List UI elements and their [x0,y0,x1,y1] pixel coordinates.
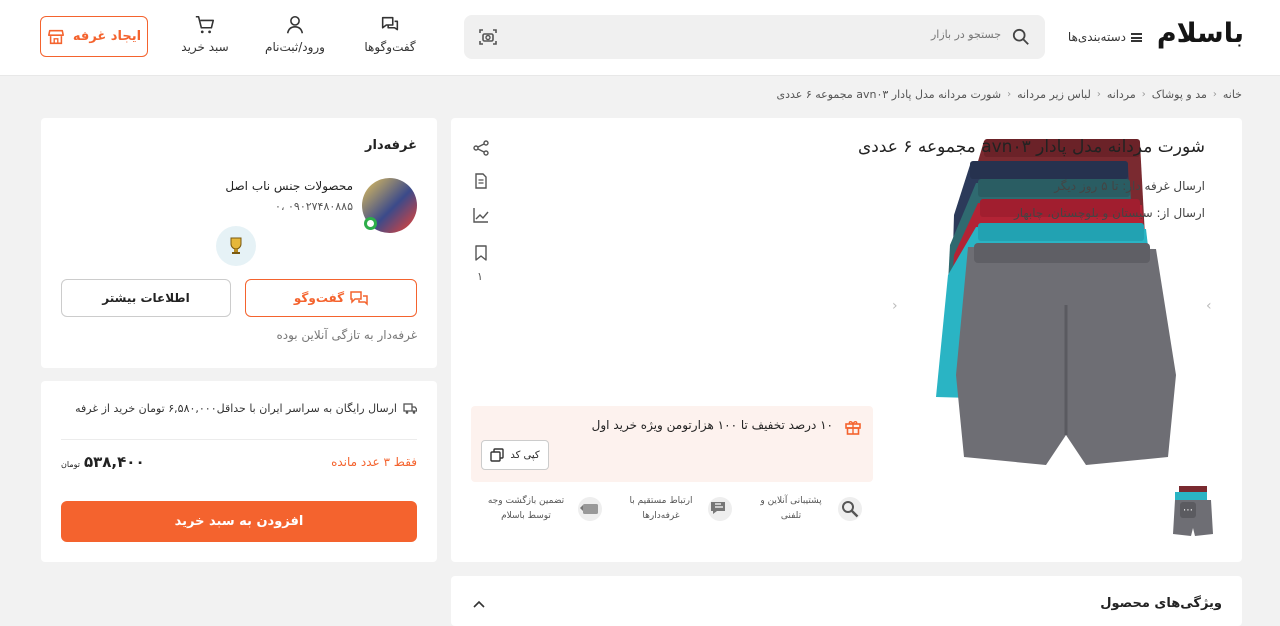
divider [61,439,417,440]
vendor-section-title: غرفه‌دار [365,138,417,153]
breadcrumb-item-underwear[interactable]: لباس زیر مردانه [1017,88,1091,101]
add-to-cart-button[interactable]: افزودن به سبد خرید [61,501,417,542]
chevron-left-icon: ‹ [1141,89,1146,100]
chevron-left-icon: ‹ [1096,89,1101,100]
add-to-cart-label: افزودن به سبد خرید [174,514,304,529]
image-next-arrow[interactable]: › [1206,298,1212,314]
specs-title: ویژگی‌های محصول [1100,596,1222,611]
feature-money-back-text: تضمین بازگشت وجه توسط باسلام [487,496,565,521]
vendor-chat-label: گفت‌وگو [293,291,345,305]
copy-icon [490,448,505,462]
report-icon[interactable] [473,173,489,189]
purchase-card: ارسال رایگان به سراسر ایران با حداقل۶,۵۸… [41,381,437,562]
free-shipping-row: ارسال رایگان به سراسر ایران با حداقل۶,۵۸… [75,402,417,415]
image-thumbnail[interactable]: ⋯ [1167,482,1219,540]
copy-code-label: کپی کد [510,449,540,461]
vendor-card: غرفه‌دار محصولات جنس ناب اصل ۰۹۰۲۷۴۸۰۸۸۵… [41,118,437,368]
chat-icon [381,16,399,31]
online-dot-icon [364,217,377,230]
categories-label: دسته‌بندی‌ها [1067,30,1126,44]
login-label: ورود/ثبت‌نام [265,40,325,54]
shipping-origin: ارسال از: سیستان و بلوچستان، چابهار [1013,206,1205,220]
shipping-time: ارسال غرفه دار: تا ۵ روز دیگر [1054,179,1205,193]
breadcrumb-item-home[interactable]: خانه [1223,88,1242,101]
copy-code-button[interactable]: کپی کد [481,440,549,470]
chat-icon [350,291,368,306]
specs-card[interactable]: ویژگی‌های محصول [451,576,1242,626]
login-button[interactable]: ورود/ثبت‌نام [262,14,328,62]
feature-support: پشتیبانی آنلاین و تلفنی [743,494,863,524]
create-booth-button[interactable]: ایجاد غرفه [40,16,148,57]
more-info-button[interactable]: اطلاعات بیشتر [61,279,231,317]
basalam-logo[interactable]: باسلام [1157,18,1245,54]
feature-support-text: پشتیبانی آنلاین و تلفنی [760,496,822,521]
cart-icon [195,15,215,34]
more-images-icon: ⋯ [1180,502,1196,518]
vendor-badge [216,226,256,266]
cart-button[interactable]: سبد خرید [178,14,232,62]
breadcrumb-item-men[interactable]: مردانه [1107,88,1136,101]
more-info-label: اطلاعات بیشتر [102,291,190,305]
support-icon [838,497,862,521]
gift-icon [845,421,861,435]
breadcrumb-item-fashion[interactable]: مد و پوشاک [1152,88,1207,101]
vendor-avatar[interactable] [362,178,417,233]
user-icon [286,15,304,34]
vendor-phone: ۰۹۰۲۷۴۸۰۸۸۵ ،۰ [275,200,353,213]
chats-button[interactable]: گفت‌وگوها [362,14,418,62]
cart-label: سبد خرید [181,40,229,54]
vendor-name[interactable]: محصولات جنس ناب اصل [225,179,353,193]
store-icon [47,29,64,44]
price-currency: تومان [61,460,80,469]
breadcrumb-item-current: شورت مردانه مدل پادار avn۰۳ مجموعه ۶ عدد… [776,88,1002,101]
image-prev-arrow[interactable]: ‹ [892,298,898,314]
search-input[interactable]: جستجو در بازار [464,15,1045,59]
product-card: ‹ › ⋯ شورت مردانه مدل پادار avn۰۳ مجموعه… [451,118,1242,562]
price-value: ۵۳۸,۴۰۰ [83,453,145,471]
feature-direct-contact: ارتباط مستقیم با غرفه‌دارها [613,494,733,524]
chat-bubbles-icon [708,497,732,521]
categories-button[interactable]: دسته‌بندی‌ها [1056,26,1142,48]
return-icon [578,497,602,521]
create-booth-label: ایجاد غرفه [72,29,142,44]
trophy-icon [230,237,242,254]
vendor-chat-button[interactable]: گفت‌وگو [245,279,417,317]
price-row: ۵۳۸,۴۰۰ تومان [61,453,145,471]
chevron-up-icon[interactable] [473,600,485,608]
product-title: شورت مردانه مدل پادار avn۰۳ مجموعه ۶ عدد… [857,137,1205,157]
chevron-left-icon: ‹ [1007,89,1012,100]
truck-icon [403,403,417,414]
stock-warning: فقط ۳ عدد مانده [331,455,417,469]
feature-direct-contact-text: ارتباط مستقیم با غرفه‌دارها [629,496,693,521]
search-icon [1012,28,1029,45]
top-header: باسلام دسته‌بندی‌ها جستجو در بازار گفت‌و… [0,0,1280,76]
price-chart-icon[interactable] [473,207,489,223]
chats-label: گفت‌وگوها [364,40,416,54]
free-shipping-text: ارسال رایگان به سراسر ایران با حداقل۶,۵۸… [75,402,397,415]
feature-money-back: تضمین بازگشت وجه توسط باسلام [473,494,603,524]
bookmark-icon[interactable] [473,245,489,261]
vendor-online-status: غرفه‌دار به تازگی آنلاین بوده [276,328,417,342]
image-search-icon[interactable] [478,27,498,47]
bookmark-count: ۱ [477,270,483,283]
breadcrumb: خانه ‹ مد و پوشاک ‹ مردانه ‹ لباس زیر مر… [777,88,1243,101]
search-placeholder: جستجو در بازار [930,28,1001,41]
chevron-left-icon: ‹ [1212,89,1217,100]
menu-icon [1131,32,1142,42]
promo-banner: ۱۰ درصد تخفیف تا ۱۰۰ هزارتومن ویژه خرید … [471,406,873,482]
promo-text: ۱۰ درصد تخفیف تا ۱۰۰ هزارتومن ویژه خرید … [591,418,833,432]
share-icon[interactable] [473,140,489,156]
